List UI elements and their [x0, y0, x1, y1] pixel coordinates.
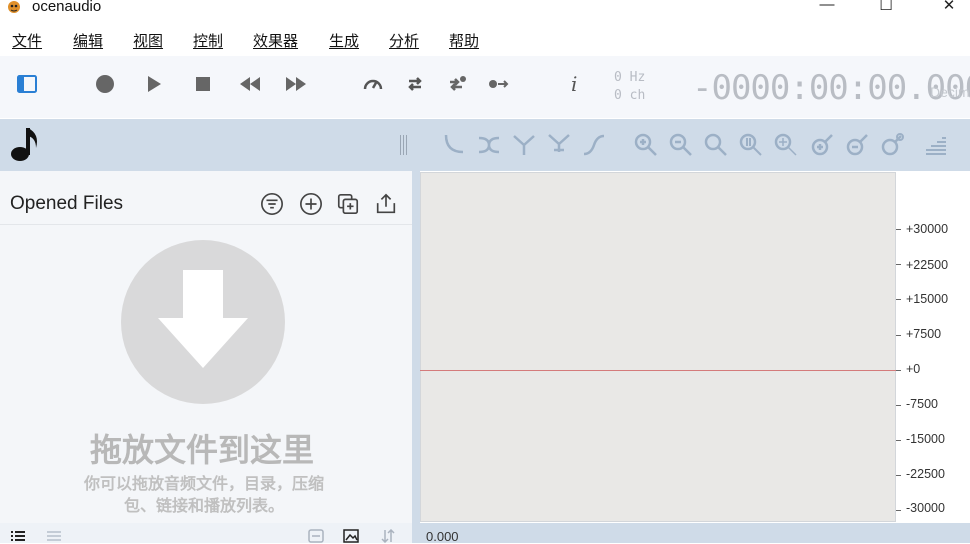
- vertical-zoom-out-icon[interactable]: [843, 131, 871, 159]
- channels-readout: 0 ch: [614, 88, 646, 103]
- menu-analyze[interactable]: 分析: [389, 30, 419, 51]
- view-options-icon[interactable]: [922, 131, 950, 159]
- curve-icon[interactable]: [580, 131, 608, 159]
- zoom-in-icon[interactable]: [632, 131, 660, 159]
- menu-file[interactable]: 文件: [12, 30, 42, 51]
- scale-label: +30000: [906, 222, 949, 236]
- duplicate-icon[interactable]: [335, 191, 361, 217]
- drop-hint: 你可以拖放音频文件，目录，压缩包、链接和播放列表。: [83, 476, 324, 515]
- vertical-zoom-in-icon[interactable]: [808, 131, 836, 159]
- speed-icon[interactable]: [361, 72, 385, 96]
- time-format-label[interactable]: Decim: [930, 84, 970, 100]
- drop-area-icon: [121, 240, 285, 404]
- loop-icon[interactable]: [403, 72, 427, 96]
- scale-label: -15000: [906, 432, 945, 446]
- ocenaudio-logo-icon: [8, 1, 20, 13]
- app-title: ocenaudio: [32, 0, 102, 15]
- maximize-button[interactable]: ☐: [871, 0, 901, 16]
- waveform-area[interactable]: [420, 172, 896, 522]
- compact-view-icon[interactable]: [46, 529, 62, 543]
- export-icon[interactable]: [373, 191, 399, 217]
- sidebar-toggle-icon[interactable]: [15, 72, 39, 96]
- close-button[interactable]: ✕: [934, 0, 964, 16]
- svg-text:i: i: [571, 73, 577, 95]
- record-icon[interactable]: [93, 72, 117, 96]
- sample-rate-readout: 0 Hz: [614, 70, 646, 85]
- loop-selection-icon[interactable]: [445, 72, 469, 96]
- zero-cross-icon[interactable]: [440, 131, 468, 159]
- panel-separator: [0, 224, 412, 225]
- scale-label: -7500: [906, 397, 938, 411]
- add-file-icon[interactable]: [298, 191, 324, 217]
- minimize-button[interactable]: —: [812, 0, 842, 16]
- scale-label: +22500: [906, 258, 949, 272]
- toolbar-drag-handle-icon[interactable]: [398, 135, 408, 155]
- split-icon[interactable]: [545, 131, 573, 159]
- menu-view[interactable]: 视图: [133, 30, 163, 51]
- menu-generate[interactable]: 生成: [329, 30, 359, 51]
- zoom-out-icon[interactable]: [667, 131, 695, 159]
- scale-label: +15000: [906, 292, 949, 306]
- fast-forward-icon[interactable]: [284, 72, 308, 96]
- scale-label: -30000: [906, 501, 945, 515]
- menu-help[interactable]: 帮助: [449, 30, 479, 51]
- zoom-all-icon[interactable]: [772, 131, 800, 159]
- time-readout[interactable]: -0000:00:00.000: [692, 68, 970, 108]
- menu-edit[interactable]: 编辑: [73, 30, 103, 51]
- list-view-icon[interactable]: [10, 529, 26, 543]
- rewind-icon[interactable]: [238, 72, 262, 96]
- panel-title: Opened Files: [10, 193, 124, 214]
- shuffle-icon[interactable]: [475, 131, 503, 159]
- music-note-icon: [11, 128, 37, 161]
- zoom-selection-icon[interactable]: [737, 131, 765, 159]
- scale-label: -22500: [906, 467, 945, 481]
- zoom-fit-icon[interactable]: [702, 131, 730, 159]
- menu-bar: 文件 编辑 视图 控制 效果器 生成 分析 帮助: [0, 26, 970, 54]
- vertical-zoom-reset-icon[interactable]: [878, 131, 906, 159]
- sort-icon[interactable]: [380, 529, 396, 543]
- play-icon[interactable]: [142, 72, 166, 96]
- go-to-icon[interactable]: [486, 72, 510, 96]
- filter-icon[interactable]: [259, 191, 285, 217]
- stop-icon[interactable]: [191, 72, 215, 96]
- scale-label: +7500: [906, 327, 942, 341]
- menu-effects[interactable]: 效果器: [253, 30, 298, 51]
- merge-icon[interactable]: [510, 131, 538, 159]
- title-bar: ocenaudio — ☐ ✕: [0, 0, 970, 18]
- image-view-icon[interactable]: [343, 529, 359, 543]
- zero-line: [420, 370, 896, 371]
- menu-control[interactable]: 控制: [193, 30, 223, 51]
- properties-icon[interactable]: [308, 529, 324, 543]
- scale-label: +0: [906, 362, 921, 376]
- panel-divider[interactable]: [412, 171, 420, 543]
- drop-title: 拖放文件到这里: [89, 432, 314, 468]
- timeline-start: 0.000: [426, 529, 459, 544]
- info-icon[interactable]: i: [562, 72, 586, 96]
